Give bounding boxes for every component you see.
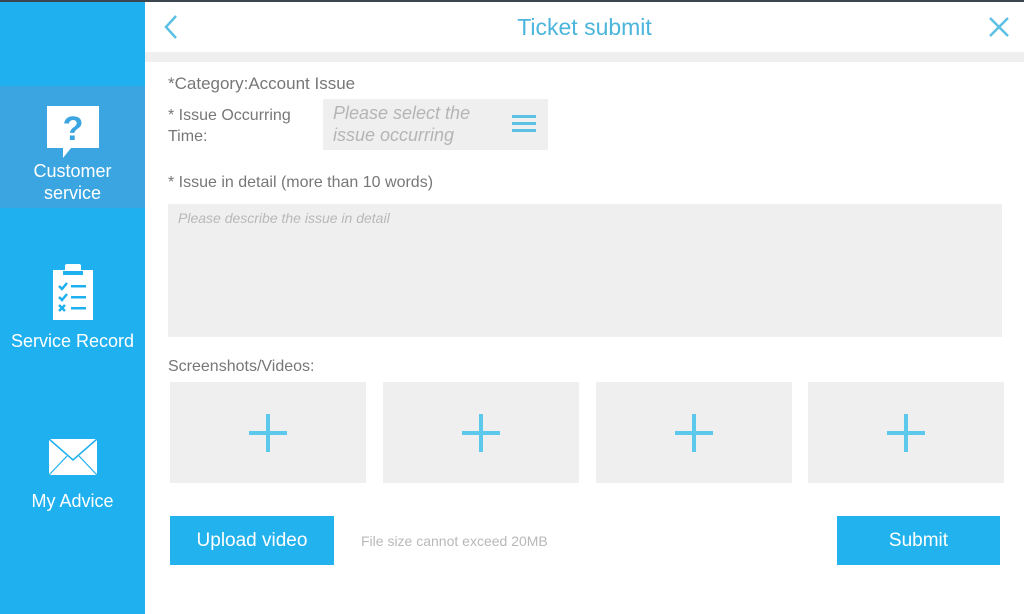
envelope-icon: [48, 438, 97, 476]
sidebar-item-label: Customer service: [33, 161, 112, 203]
header-divider: [145, 52, 1024, 62]
clipboard-checklist-icon: [52, 264, 93, 320]
header: Ticket submit: [145, 2, 1024, 52]
sidebar-item-label: My Advice: [31, 491, 114, 511]
plus-icon: [462, 414, 500, 452]
sidebar-item-label: Service Record: [10, 331, 135, 351]
media-upload-slot[interactable]: [808, 382, 1004, 483]
plus-icon: [675, 414, 713, 452]
issue-time-label: * Issue Occurring Time:: [168, 107, 291, 145]
menu-icon: [512, 115, 536, 138]
sidebar-item-my-advice[interactable]: My Advice: [0, 438, 145, 518]
page-title: Ticket submit: [517, 14, 652, 40]
media-upload-slot[interactable]: [383, 382, 579, 483]
file-size-hint: File size cannot exceed 20MB: [361, 533, 548, 549]
sidebar: ? Customer service Service Record My Adv…: [0, 2, 145, 614]
category-label: *Category:: [168, 74, 249, 93]
sidebar-item-service-record[interactable]: Service Record: [0, 264, 145, 364]
main-panel: Ticket submit *Category:Account Issue * …: [145, 2, 1024, 614]
sidebar-item-customer-service[interactable]: ? Customer service: [0, 86, 145, 208]
issue-time-select[interactable]: Please select the issue occurring: [323, 99, 548, 150]
category-value: Account Issue: [248, 74, 356, 93]
issue-time-placeholder: Please select the issue occurring: [333, 103, 471, 145]
plus-icon: [249, 414, 287, 452]
category-row: *Category:Account Issue: [168, 74, 355, 94]
media-upload-slot[interactable]: [170, 382, 366, 483]
issue-detail-label: * Issue in detail (more than 10 words): [168, 174, 434, 191]
close-icon[interactable]: [988, 16, 1010, 43]
plus-icon: [887, 414, 925, 452]
media-upload-slot[interactable]: [596, 382, 792, 483]
upload-video-button[interactable]: Upload video: [170, 516, 334, 565]
svg-text:?: ?: [62, 110, 83, 148]
question-bubble-icon: ?: [46, 106, 99, 158]
issue-detail-input[interactable]: [168, 204, 1002, 337]
media-label: Screenshots/Videos:: [168, 358, 315, 375]
submit-button[interactable]: Submit: [837, 516, 1000, 565]
